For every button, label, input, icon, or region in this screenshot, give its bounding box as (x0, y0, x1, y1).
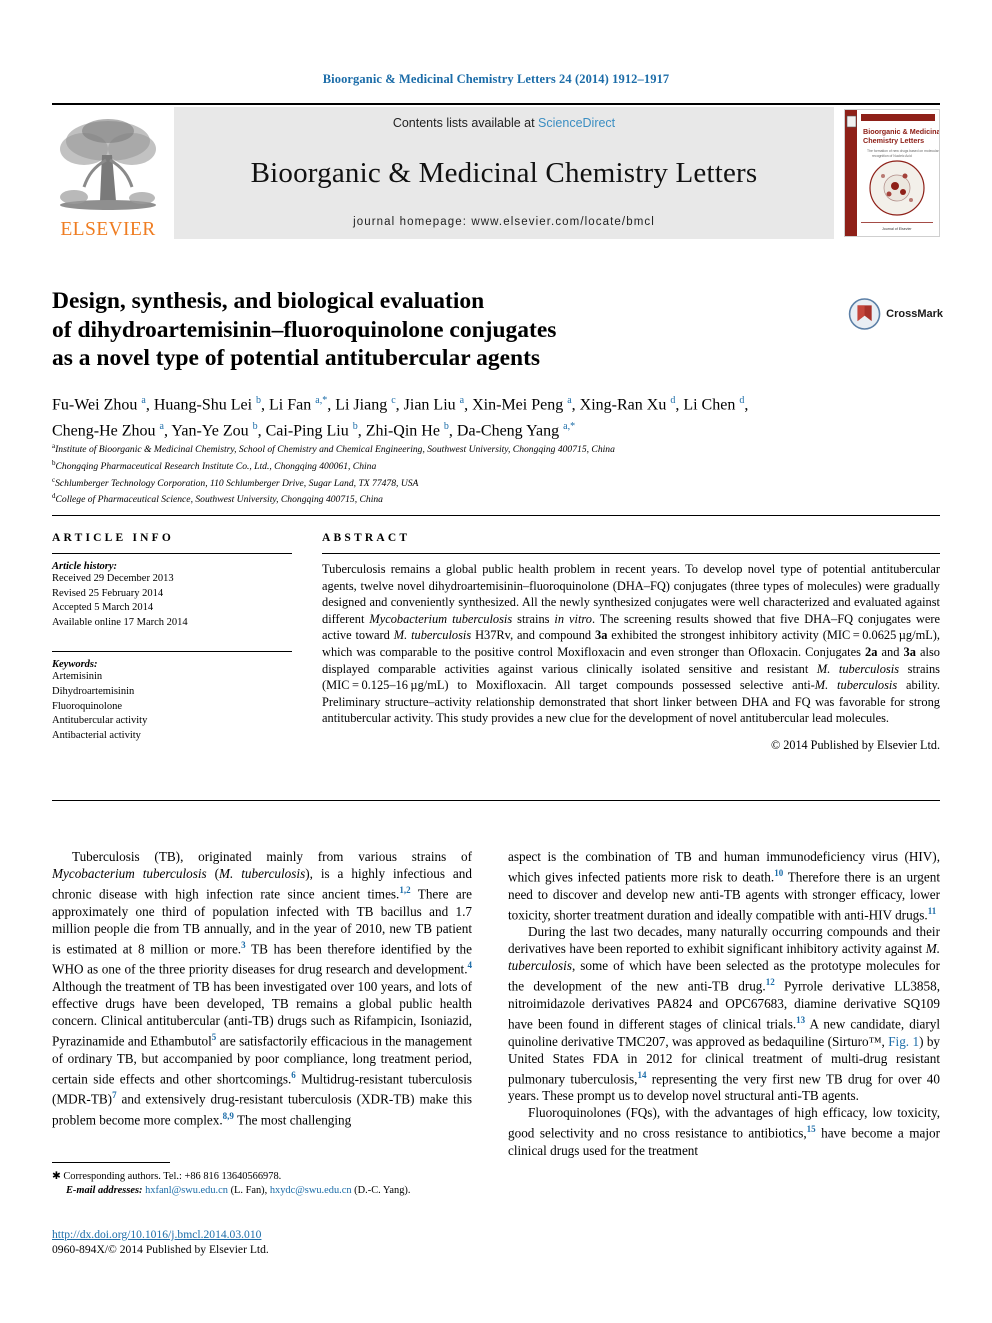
affiliation-text: Institute of Bioorganic & Medicinal Chem… (55, 444, 615, 456)
figure-1-link[interactable]: Fig. 1 (888, 1034, 919, 1049)
article-title-line-3: as a novel type of potential antitubercu… (52, 345, 541, 371)
paragraph: aspect is the combination of TB and huma… (508, 849, 940, 923)
keyword-item: Antibacterial activity (52, 729, 141, 741)
article-info-heading: ARTICLE INFO (52, 532, 175, 544)
contents-available-line: Contents lists available at ScienceDirec… (393, 116, 615, 130)
affiliation-item: cSchlumberger Technology Corporation, 11… (52, 474, 942, 491)
affiliation-item: bChongqing Pharmaceutical Research Insti… (52, 457, 942, 474)
abstract-text: Tuberculosis remains a global public hea… (322, 562, 941, 726)
elsevier-tree-icon (60, 118, 156, 210)
paragraph: During the last two decades, many natura… (508, 924, 941, 1104)
running-head: Bioorganic & Medicinal Chemistry Letters… (322, 72, 670, 86)
body-column-left: Tuberculosis (TB), originated mainly fro… (52, 848, 472, 1128)
body-text-right: aspect is the combination of TB and huma… (508, 848, 940, 1159)
keyword-item: Artemisinin (52, 671, 103, 683)
abstract-copyright: © 2014 Published by Elsevier Ltd. (770, 737, 940, 752)
paragraph: Fluoroquinolones (FQs), with the advanta… (508, 1105, 941, 1158)
svg-text:The formation of new drugs bas: The formation of new drugs based on mole… (867, 149, 939, 153)
email-owner-1: (L. Fan), (230, 1185, 268, 1197)
keyword-item: Fluoroquinolone (52, 700, 122, 712)
elsevier-logo: ELSEVIER (52, 107, 164, 239)
abstract-bottom-rule (52, 800, 940, 801)
doi-block: http://dx.doi.org/10.1016/j.bmcl.2014.03… (52, 1228, 482, 1257)
footnote-rule (52, 1162, 170, 1163)
svg-text:Bioorganic & Medicinal: Bioorganic & Medicinal (863, 127, 939, 136)
article-title: Design, synthesis, and biological evalua… (52, 287, 822, 373)
elsevier-wordmark: ELSEVIER (60, 218, 156, 240)
svg-text:Journal of Elsevier: Journal of Elsevier (882, 227, 912, 231)
affiliation-text: College of Pharmaceutical Science, South… (55, 494, 383, 506)
article-info-section: ARTICLE INFO Article history: Received 2… (52, 532, 292, 743)
keyword-item: Dihydroartemisinin (52, 685, 135, 697)
info-section-top-rule (52, 515, 940, 516)
history-item: Revised 25 February 2014 (52, 587, 164, 599)
journal-homepage-link[interactable]: journal homepage: www.elsevier.com/locat… (353, 216, 655, 228)
history-item: Accepted 5 March 2014 (52, 602, 154, 614)
paragraph: Tuberculosis (TB), originated mainly fro… (52, 849, 473, 1128)
crossmark-badge[interactable]: CrossMark (848, 291, 943, 337)
affiliation-list: aInstitute of Bioorganic & Medicinal Che… (52, 440, 942, 507)
abstract-section: ABSTRACT Tuberculosis remains a global p… (322, 532, 940, 753)
svg-text:recognition of Nucleic Acid: recognition of Nucleic Acid (872, 154, 912, 158)
svg-text:Chemistry Letters: Chemistry Letters (863, 136, 924, 145)
corresponding-author-text: Corresponding authors. Tel.: +86 816 136… (63, 1171, 282, 1182)
history-item: Received 29 December 2013 (52, 573, 174, 584)
email-note: E-mail addresses: hxfanl@swu.edu.cn (L. … (52, 1184, 472, 1198)
article-title-line-2: of dihydroartemisinin–fluoroquinolone co… (52, 316, 557, 343)
masthead-center-panel: Contents lists available at ScienceDirec… (174, 107, 834, 239)
keywords-rule (52, 651, 292, 653)
journal-article-page: Bioorganic & Medicinal Chemistry Letters… (0, 0, 992, 1323)
author-line-1: Fu-Wei Zhou a, Huang-Shu Lei b, Li Fan a… (52, 395, 749, 414)
abstract-rule (322, 553, 940, 554)
affiliation-item: aInstitute of Bioorganic & Medicinal Che… (52, 440, 942, 457)
journal-title: Bioorganic & Medicinal Chemistry Letters (250, 156, 758, 189)
crossmark-icon (848, 298, 881, 330)
abstract-heading: ABSTRACT (322, 532, 411, 544)
sciencedirect-link[interactable]: ScienceDirect (538, 116, 615, 130)
issn-copyright-line: 0960-894X/© 2014 Published by Elsevier L… (52, 1242, 269, 1256)
journal-cover-thumbnail: Bioorganic & Medicinal Chemistry Letters… (844, 109, 940, 237)
affiliation-text: Schlumberger Technology Corporation, 110… (55, 477, 419, 489)
cover-artwork: Bioorganic & Medicinal Chemistry Letters… (845, 110, 939, 236)
body-column-right: aspect is the combination of TB and huma… (508, 848, 940, 1159)
article-history-label: Article history: (52, 561, 118, 572)
crossmark-label: CrossMark (886, 308, 943, 320)
author-list: Fu-Wei Zhou a, Huang-Shu Lei b, Li Fan a… (52, 390, 942, 443)
history-item: Available online 17 March 2014 (52, 616, 188, 628)
affiliation-item: dCollege of Pharmaceutical Science, Sout… (52, 490, 942, 507)
email-label: E-mail addresses: (66, 1185, 143, 1197)
affiliation-text: Chongqing Pharmaceutical Research Instit… (55, 460, 377, 472)
journal-masthead: ELSEVIER Contents lists available at Sci… (52, 103, 940, 239)
email-link-2[interactable]: hxydc@swu.edu.cn (270, 1185, 352, 1196)
contents-prefix: Contents lists available at (392, 116, 539, 130)
article-title-line-1: Design, synthesis, and biological evalua… (52, 288, 485, 314)
email-owner-2: (D.-C. Yang). (354, 1185, 411, 1197)
article-info-rule (52, 553, 292, 554)
keywords-label: Keywords: (52, 659, 98, 671)
body-text-left: Tuberculosis (TB), originated mainly fro… (52, 848, 472, 1128)
author-line-2: Cheng-He Zhou a, Yan-Ye Zou b, Cai-Ping … (52, 421, 576, 440)
corresponding-author-note: ✱ Corresponding authors. Tel.: +86 816 1… (52, 1171, 282, 1182)
doi-link[interactable]: http://dx.doi.org/10.1016/j.bmcl.2014.03… (52, 1228, 482, 1243)
keyword-item: Antitubercular activity (52, 715, 148, 727)
email-link-1[interactable]: hxfanl@swu.edu.cn (145, 1185, 228, 1196)
footnote-block: ✱ Corresponding authors. Tel.: +86 816 1… (52, 1170, 472, 1199)
